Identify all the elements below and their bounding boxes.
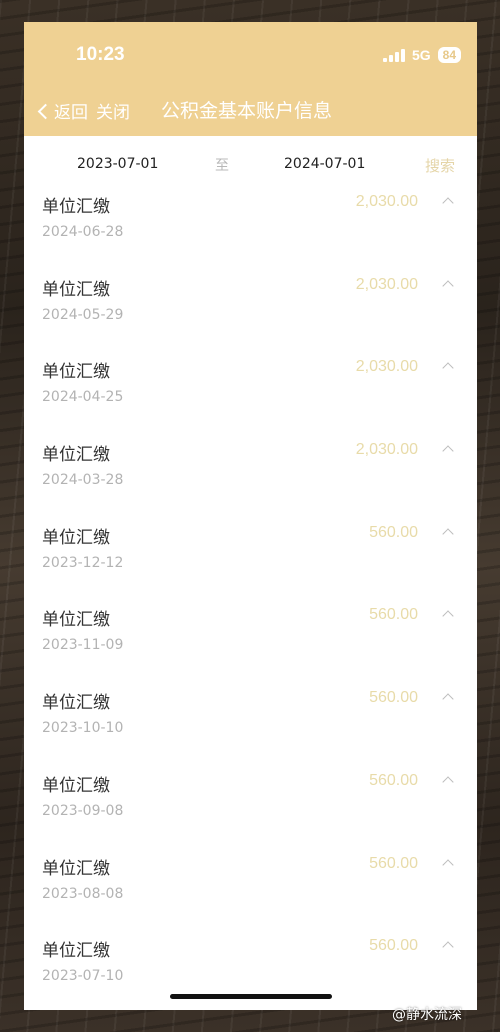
chevron-left-icon [37,103,54,119]
record-date: 2024-04-25 [42,389,124,406]
chevron-up-icon[interactable] [442,362,454,375]
chevron-up-icon[interactable] [442,776,454,788]
back-button[interactable]: 返回 [37,98,88,123]
chevron-up-icon[interactable] [442,528,454,540]
record-date: 2024-03-28 [42,472,124,489]
record-date: 2023-09-08 [42,802,124,819]
list-item[interactable]: 单位汇缴 2023-10-10 560.00 [24,678,477,761]
list-item[interactable]: 单位汇缴 2023-12-12 560.00 [24,513,477,596]
record-amount: 2,030.00 [355,275,418,293]
record-amount: 560.00 [369,606,418,624]
record-title: 单位汇缴 [42,775,110,796]
status-time: 10:23 [76,44,125,65]
page-title: 公积金基本账户信息 [161,100,333,122]
chevron-up-icon[interactable] [442,445,454,457]
record-amount: 2,030.00 [355,441,418,459]
record-amount: 2,030.00 [355,358,418,376]
chevron-up-icon[interactable] [442,197,454,209]
record-title: 单位汇缴 [42,362,110,383]
list-item[interactable]: 单位汇缴 2023-11-09 560.00 [24,595,477,678]
chevron-up-icon[interactable] [442,858,454,871]
list-item[interactable]: 单位汇缴 2023-08-08 560.00 [24,844,477,927]
record-date: 2023-10-10 [42,720,124,737]
record-title: 单位汇缴 [42,197,110,217]
list-item[interactable]: 单位汇缴 2024-06-28 2,030.00 [24,182,477,265]
chevron-up-icon[interactable] [442,941,454,953]
record-title: 单位汇缴 [42,610,110,631]
close-button[interactable]: 关闭 [96,98,130,123]
record-title: 单位汇缴 [42,693,110,714]
record-amount: 560.00 [369,771,418,789]
home-indicator[interactable] [170,994,332,999]
list-item[interactable]: 单位汇缴 2024-05-29 2,030.00 [24,265,477,348]
back-label: 返回 [54,103,88,123]
list-item[interactable]: 单位汇缴 2024-03-28 2,030.00 [24,430,477,513]
status-indicators: 5G 84 [382,47,461,63]
chevron-up-icon[interactable] [442,693,454,705]
record-date: 2024-06-28 [42,224,124,240]
phone-screen: 10:23 5G 84 返回 关闭 公积金基本账户信息 2023-07-01 至… [24,22,477,1010]
search-button[interactable]: 搜索 [425,155,455,176]
record-date: 2023-07-10 [42,968,124,985]
record-amount: 560.00 [369,937,418,955]
header: 10:23 5G 84 返回 关闭 公积金基本账户信息 [24,22,477,136]
record-date: 2024-05-29 [42,306,124,323]
list-item[interactable]: 单位汇缴 2023-09-08 560.00 [24,761,477,844]
record-amount: 2,030.00 [355,193,418,210]
record-amount: 560.00 [369,689,418,707]
watermark: @静水流深 [392,1007,462,1023]
end-date-field[interactable]: 2024-07-01 [284,156,365,172]
list-item[interactable]: 单位汇缴 2024-04-25 2,030.00 [24,347,477,430]
start-date-field[interactable]: 2023-07-01 [77,156,158,172]
signal-icon [382,48,405,62]
record-date: 2023-12-12 [42,554,124,571]
record-amount: 560.00 [369,854,418,872]
record-title: 单位汇缴 [42,941,110,962]
battery-icon: 84 [437,47,461,63]
record-title: 单位汇缴 [42,858,110,879]
network-type: 5G [411,47,431,63]
record-title: 单位汇缴 [42,279,110,300]
record-amount: 560.00 [369,523,418,541]
date-separator: 至 [215,158,229,174]
record-date: 2023-08-08 [42,885,124,902]
record-title: 单位汇缴 [42,527,110,548]
record-title: 单位汇缴 [42,445,110,466]
chevron-up-icon[interactable] [442,280,454,292]
record-list: 单位汇缴 2024-06-28 2,030.00 单位汇缴 2024-05-29… [24,182,477,1009]
chevron-up-icon[interactable] [442,610,454,623]
record-date: 2023-11-09 [42,637,124,654]
